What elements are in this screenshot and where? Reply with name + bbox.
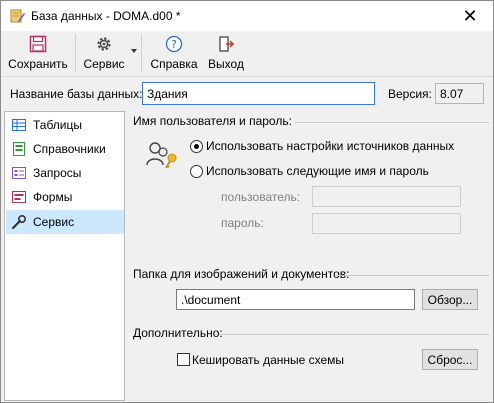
cache-schema-checkbox[interactable] bbox=[177, 353, 190, 366]
toolbar: Сохранить Сервис ? Справка Выход bbox=[1, 31, 493, 76]
sidebar: Таблицы Справочники Запросы Формы Сервис bbox=[4, 111, 125, 401]
browse-button[interactable]: Обзор... bbox=[422, 289, 478, 310]
password-field-label: пароль: bbox=[221, 216, 264, 230]
exit-button[interactable]: Выход bbox=[204, 31, 248, 76]
sidebar-item-label: Формы bbox=[33, 190, 73, 204]
table-icon bbox=[12, 119, 26, 131]
radio-use-source-settings[interactable] bbox=[190, 140, 203, 153]
gear-icon bbox=[97, 37, 111, 51]
credentials-section-label: Имя пользователя и пароль: bbox=[133, 114, 292, 128]
close-button[interactable]: ✕ bbox=[447, 1, 493, 31]
database-name-bar: Название базы данных: Версия: 8.07 bbox=[1, 76, 493, 110]
query-icon bbox=[12, 167, 26, 179]
sidebar-item-references[interactable]: Справочники bbox=[6, 137, 124, 161]
radio-use-custom-credentials-label: Использовать следующие имя и пароль bbox=[206, 164, 429, 178]
folder-section-label: Папка для изображений и документов: bbox=[133, 267, 350, 281]
sidebar-item-label: Справочники bbox=[33, 142, 106, 156]
cache-schema-label: Кешировать данные схемы bbox=[192, 353, 345, 367]
sidebar-item-tables[interactable]: Таблицы bbox=[6, 113, 124, 137]
reference-icon bbox=[13, 142, 25, 156]
reset-button[interactable]: Сброс... bbox=[422, 349, 478, 370]
save-label: Сохранить bbox=[8, 57, 68, 71]
title-bar: База данных - DOMA.d00 * ✕ bbox=[1, 1, 493, 31]
section-divider bbox=[219, 334, 489, 335]
radio-use-custom-credentials[interactable] bbox=[190, 165, 203, 178]
service-button[interactable]: Сервис bbox=[81, 31, 127, 76]
wrench-icon bbox=[11, 214, 27, 230]
database-window: База данных - DOMA.d00 * ✕ Сохранить Сер… bbox=[0, 0, 494, 403]
service-label: Сервис bbox=[83, 57, 125, 71]
sidebar-item-label: Запросы bbox=[33, 166, 82, 180]
svg-text:?: ? bbox=[171, 38, 177, 51]
section-divider bbox=[336, 275, 489, 276]
exit-icon bbox=[219, 36, 235, 52]
version-field: 8.07 bbox=[435, 83, 484, 104]
database-name-label: Название базы данных: bbox=[10, 87, 143, 101]
radio-use-source-settings-label: Использовать настройки источников данных bbox=[206, 139, 455, 153]
toolbar-separator bbox=[141, 34, 142, 72]
password-field[interactable] bbox=[312, 213, 461, 234]
help-button[interactable]: ? Справка bbox=[148, 31, 200, 76]
exit-label: Выход bbox=[208, 57, 244, 71]
save-button[interactable]: Сохранить bbox=[7, 31, 69, 76]
user-field[interactable] bbox=[312, 186, 461, 207]
service-dropdown-arrow[interactable] bbox=[131, 49, 137, 53]
help-label: Справка bbox=[150, 57, 198, 71]
user-field-label: пользователь: bbox=[221, 190, 301, 204]
service-panel: Имя пользователя и пароль: Использовать … bbox=[129, 111, 491, 401]
database-name-input[interactable] bbox=[142, 82, 375, 105]
form-icon bbox=[12, 191, 26, 203]
folder-path-input[interactable]: .\document bbox=[176, 289, 415, 310]
toolbar-separator bbox=[75, 34, 76, 72]
close-icon: ✕ bbox=[462, 5, 478, 26]
version-label: Версия: bbox=[388, 87, 432, 101]
help-icon: ? bbox=[165, 35, 183, 53]
sidebar-item-forms[interactable]: Формы bbox=[6, 185, 124, 209]
notebook-pencil-icon bbox=[10, 9, 25, 23]
sidebar-item-label: Таблицы bbox=[33, 118, 83, 132]
users-key-icon bbox=[146, 142, 177, 169]
sidebar-item-service[interactable]: Сервис bbox=[6, 210, 124, 234]
section-divider bbox=[295, 122, 489, 123]
window-title: База данных - DOMA.d00 * bbox=[31, 9, 181, 23]
sidebar-item-queries[interactable]: Запросы bbox=[6, 161, 124, 185]
save-icon bbox=[29, 35, 47, 53]
extra-section-label: Дополнительно: bbox=[133, 326, 223, 340]
sidebar-item-label: Сервис bbox=[33, 215, 75, 229]
